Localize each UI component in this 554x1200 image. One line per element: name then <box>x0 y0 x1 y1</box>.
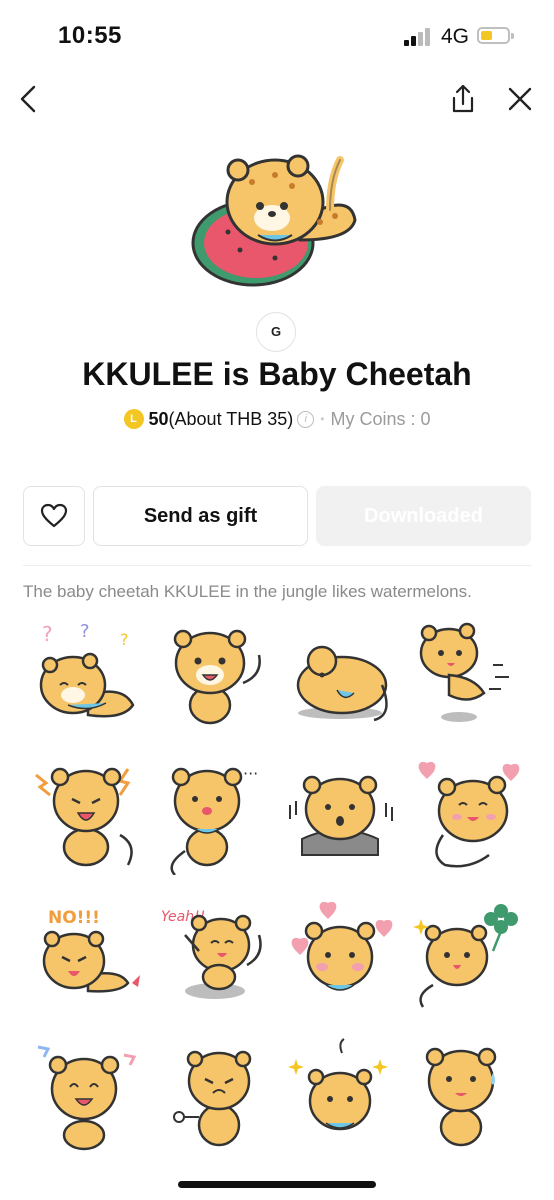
battery-icon <box>477 27 514 44</box>
svg-text:?: ? <box>120 630 129 649</box>
heart-icon <box>40 503 68 528</box>
sticker-running-cheetah[interactable] <box>409 615 529 735</box>
separator-dot: • <box>320 412 325 427</box>
status-bar: 10:55 4G <box>0 0 554 74</box>
sticker-clover-cheetah[interactable] <box>409 895 529 1015</box>
price-approx: (About THB 35) <box>168 408 294 429</box>
sticker-no-cheetah[interactable]: NO!!! <box>28 895 148 1015</box>
no-caption: NO!!! <box>48 908 100 928</box>
sticker-angry-cheetah[interactable] <box>28 755 148 875</box>
chevron-left-icon[interactable] <box>12 82 46 116</box>
send-gift-button[interactable]: Send as gift <box>93 486 308 546</box>
favorite-button[interactable] <box>23 486 85 546</box>
svg-text:···: ··· <box>243 764 258 783</box>
sticker-yeah-cheetah[interactable]: Yeah!! <box>155 895 275 1015</box>
rating-badge: G <box>256 312 296 352</box>
sticker-shocked-cheetah[interactable] <box>282 755 402 875</box>
main-sticker-image <box>191 154 357 287</box>
sticker-thinking-cheetah[interactable]: ··· <box>155 755 275 875</box>
sticker-sweating-cheetah[interactable] <box>409 1035 529 1155</box>
price-value: 50 <box>148 408 169 429</box>
network-label: 4G <box>441 25 470 48</box>
home-indicator[interactable] <box>178 1181 376 1188</box>
sticker-laughing-cheetah[interactable] <box>28 1035 148 1155</box>
sticker-confused-cheetah[interactable]: ? ? ? <box>28 615 148 735</box>
product-description: The baby cheetah KKULEE in the jungle li… <box>23 582 472 601</box>
close-icon[interactable] <box>503 82 537 116</box>
sticker-smiling-cheetah[interactable] <box>155 615 275 735</box>
info-icon[interactable]: i <box>297 410 315 428</box>
svg-text:?: ? <box>80 621 90 642</box>
product-title: KKULEE is Baby Cheetah <box>82 356 472 392</box>
status-time: 10:55 <box>58 22 122 49</box>
top-nav <box>0 74 554 124</box>
line-coin-icon: L <box>123 409 144 430</box>
signal-icon <box>404 28 434 46</box>
downloaded-button[interactable]: Downloaded <box>316 486 531 546</box>
sticker-sparkle-cheetah[interactable] <box>282 1035 402 1155</box>
sticker-fist-cheetah[interactable] <box>155 1035 275 1155</box>
divider <box>23 565 531 566</box>
my-coins: My Coins : 0 <box>330 408 431 429</box>
share-icon[interactable] <box>446 82 480 116</box>
svg-text:?: ? <box>42 622 53 646</box>
sticker-blushing-cheetah[interactable] <box>282 895 402 1015</box>
sticker-love-cheetah[interactable] <box>409 755 529 875</box>
price-row: L 50(About THB 35) i • My Coins : 0 <box>0 408 554 430</box>
sticker-curled-cheetah[interactable] <box>282 615 402 735</box>
